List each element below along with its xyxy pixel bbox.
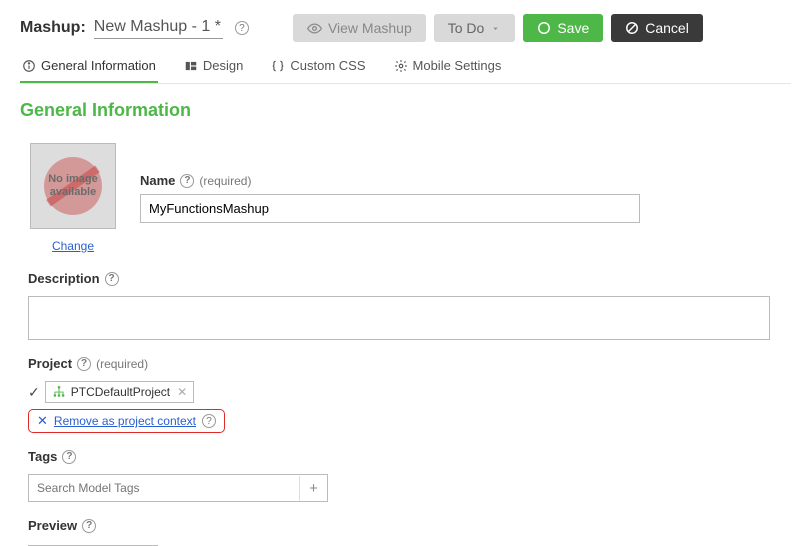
tab-general-label: General Information: [41, 58, 156, 73]
info-icon: [22, 59, 36, 73]
tab-general-information[interactable]: General Information: [20, 54, 158, 83]
design-icon: [184, 59, 198, 73]
thumbnail-column: No image available Change: [28, 143, 118, 253]
thumbnail-placeholder: No image available: [30, 143, 116, 229]
todo-label: To Do: [448, 20, 485, 36]
add-tag-button[interactable]: +: [299, 476, 327, 501]
project-label: Project: [28, 356, 72, 371]
css-icon: [271, 59, 285, 73]
project-required: (required): [96, 357, 148, 371]
remove-x-icon: ✕: [37, 413, 48, 429]
gear-icon: [394, 59, 408, 73]
view-mashup-button[interactable]: View Mashup: [293, 14, 426, 42]
description-input[interactable]: [28, 296, 770, 340]
tab-css-label: Custom CSS: [290, 58, 365, 73]
save-label: Save: [557, 20, 589, 36]
description-label: Description: [28, 271, 100, 286]
clear-project-icon[interactable]: ✕: [177, 385, 187, 399]
cancel-label: Cancel: [645, 20, 689, 36]
tab-design-label: Design: [203, 58, 243, 73]
thumbnail-text: No image available: [31, 173, 115, 199]
help-icon[interactable]: ?: [105, 272, 119, 286]
cancel-icon: [625, 21, 639, 35]
change-thumbnail-link[interactable]: Change: [52, 239, 94, 253]
todo-button[interactable]: To Do: [434, 14, 516, 42]
tags-label: Tags: [28, 449, 57, 464]
remove-project-context-link[interactable]: Remove as project context: [54, 414, 196, 428]
help-icon[interactable]: ?: [202, 414, 216, 428]
help-icon[interactable]: ?: [180, 174, 194, 188]
tab-bar: General Information Design Custom CSS Mo…: [20, 54, 791, 84]
name-required: (required): [199, 174, 251, 188]
tab-design[interactable]: Design: [182, 54, 245, 83]
section-title: General Information: [20, 100, 791, 121]
tags-search-input[interactable]: [29, 475, 299, 501]
name-label: Name: [140, 173, 175, 188]
mashup-title[interactable]: New Mashup - 1 *: [94, 18, 223, 39]
save-circle-icon: [537, 21, 551, 35]
view-mashup-label: View Mashup: [328, 20, 412, 36]
project-chip[interactable]: PTCDefaultProject ✕: [45, 381, 194, 403]
tags-input-wrapper: +: [28, 474, 328, 502]
preview-label: Preview: [28, 518, 77, 533]
mashup-prefix: Mashup:: [20, 19, 86, 37]
header-bar: Mashup: New Mashup - 1 * ? View Mashup T…: [20, 14, 791, 42]
chevron-down-icon: [490, 23, 501, 34]
project-name: PTCDefaultProject: [71, 385, 170, 399]
remove-project-context-row: ✕ Remove as project context ?: [28, 409, 225, 433]
name-input[interactable]: [140, 194, 640, 223]
tab-mobile-settings[interactable]: Mobile Settings: [392, 54, 504, 83]
check-icon: ✓: [28, 384, 40, 401]
tab-custom-css[interactable]: Custom CSS: [269, 54, 367, 83]
help-icon[interactable]: ?: [235, 21, 249, 35]
project-icon: [52, 385, 66, 399]
save-button[interactable]: Save: [523, 14, 603, 42]
tab-mobile-label: Mobile Settings: [413, 58, 502, 73]
help-icon[interactable]: ?: [82, 519, 96, 533]
cancel-button[interactable]: Cancel: [611, 14, 703, 42]
help-icon[interactable]: ?: [77, 357, 91, 371]
eye-icon: [307, 21, 322, 36]
help-icon[interactable]: ?: [62, 450, 76, 464]
